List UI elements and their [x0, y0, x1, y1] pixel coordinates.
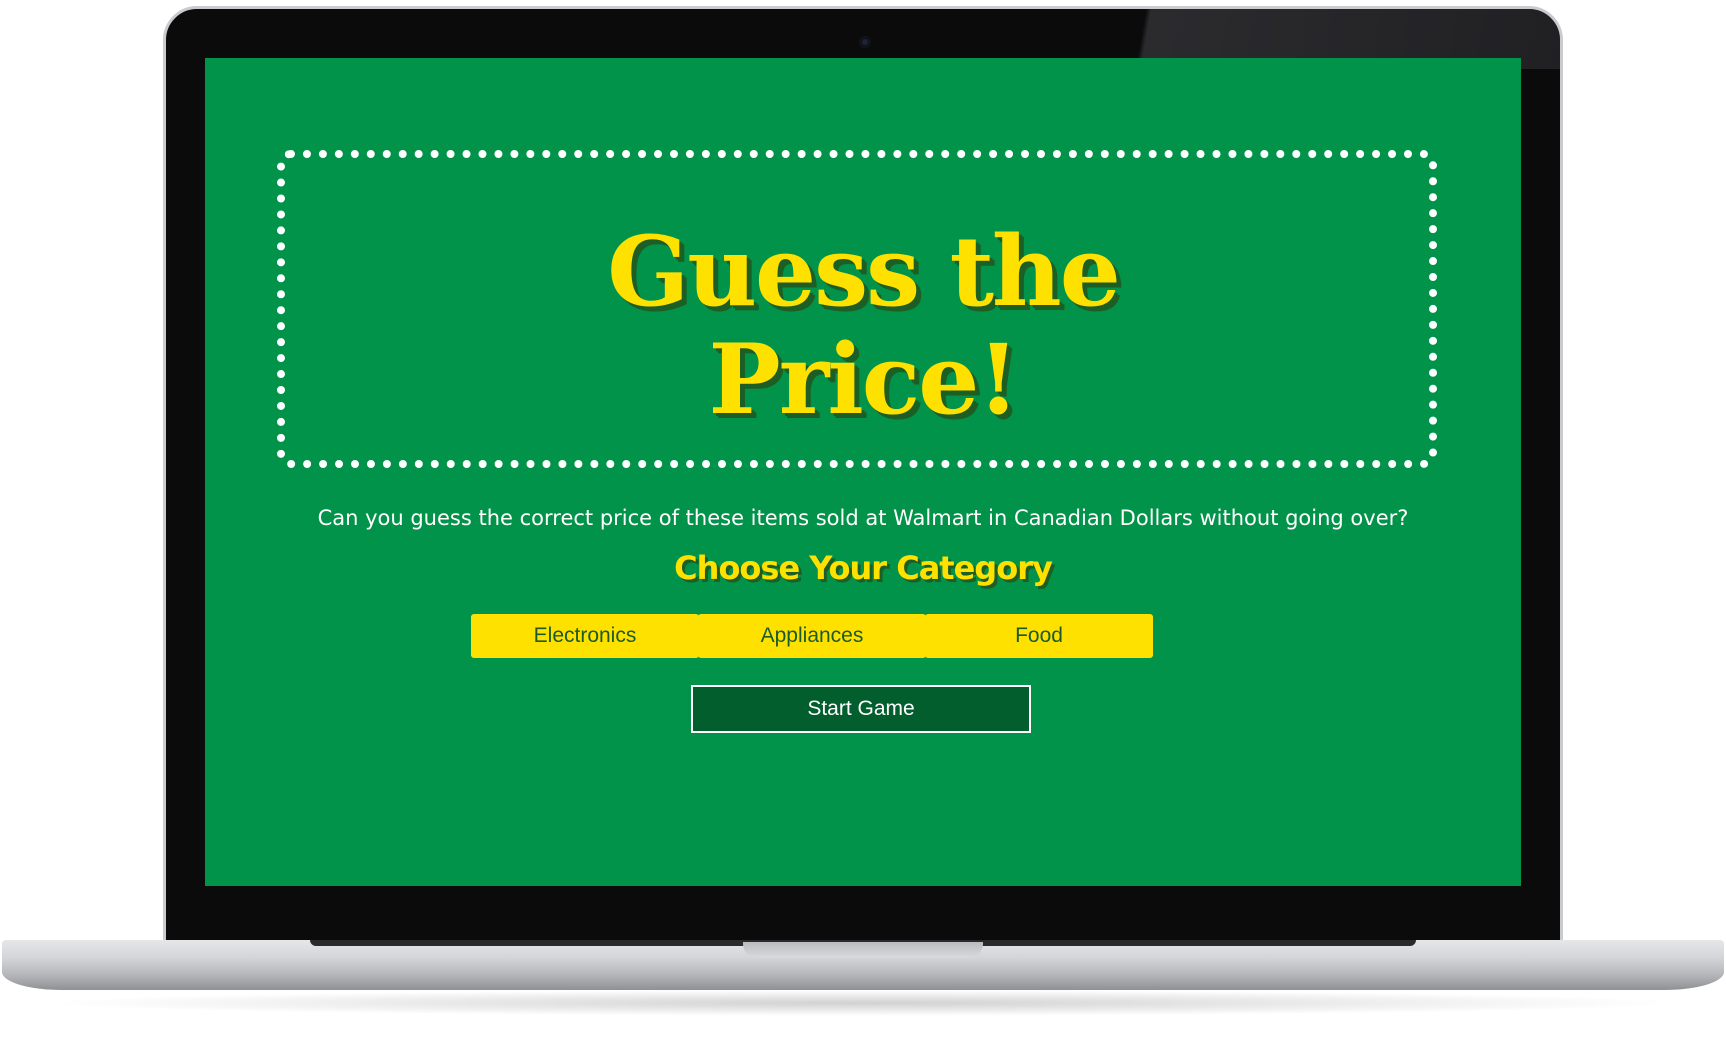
category-heading: Choose Your Category: [674, 549, 1053, 587]
category-food-button[interactable]: Food: [925, 614, 1153, 658]
webcam-icon: [859, 36, 871, 48]
title-line-2: Price!: [708, 323, 1020, 436]
category-electronics-button[interactable]: Electronics: [471, 614, 699, 658]
start-game-button[interactable]: Start Game: [691, 685, 1031, 733]
laptop-shadow: [40, 990, 1686, 1016]
laptop-notch: [743, 942, 983, 958]
laptop-mockup: Guess the Price! Can you guess the corre…: [0, 0, 1726, 1050]
game-title: Guess the Price!: [205, 218, 1521, 434]
category-appliances-button[interactable]: Appliances: [698, 614, 926, 658]
game-description: Can you guess the correct price of these…: [317, 506, 1409, 530]
title-line-1: Guess the: [607, 215, 1121, 328]
game-screen: Guess the Price! Can you guess the corre…: [205, 58, 1521, 886]
